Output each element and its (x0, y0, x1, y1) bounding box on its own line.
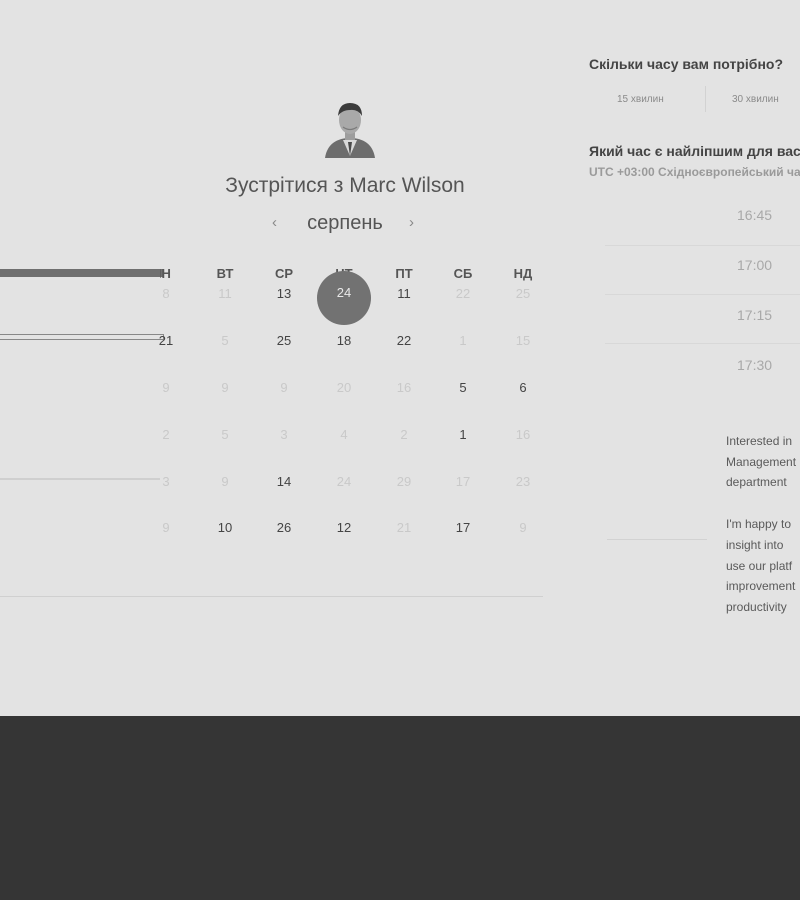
calendar-day[interactable]: 9 (498, 520, 548, 535)
description-line: I'm happy to (726, 517, 791, 532)
calendar-day[interactable]: 25 (498, 286, 548, 301)
overlay-bar-outline (0, 334, 164, 340)
time-question: Який час є найліпшим для вас? (589, 143, 800, 159)
divider (605, 245, 800, 246)
avatar (325, 103, 375, 158)
calendar-day[interactable]: 22 (438, 286, 488, 301)
calendar-day[interactable]: 3 (141, 474, 191, 489)
timezone-label[interactable]: UTC +03:00 Східноєвропейський час (589, 165, 800, 179)
calendar-day[interactable]: 11 (379, 286, 429, 301)
weekday-header-wed: СР (274, 266, 294, 281)
calendar-day[interactable]: 17 (438, 474, 488, 489)
calendar-day[interactable]: 21 (379, 520, 429, 535)
duration-question: Скільки часу вам потрібно? (589, 56, 784, 72)
calendar-day[interactable]: 9 (200, 474, 250, 489)
calendar-day[interactable]: 2 (141, 427, 191, 442)
duration-option-15[interactable]: 15 хвилин (617, 94, 664, 105)
calendar-day[interactable]: 2 (379, 427, 429, 442)
calendar-day[interactable]: 20 (319, 380, 369, 395)
calendar-day[interactable]: 9 (200, 380, 250, 395)
divider (605, 343, 800, 344)
brand-logo (350, 0, 670, 16)
calendar-day[interactable]: 9 (259, 380, 309, 395)
calendar-day[interactable]: 9 (141, 380, 191, 395)
calendar-day[interactable]: 5 (200, 333, 250, 348)
weekday-header-mon: ПН (160, 266, 171, 281)
divider (607, 539, 707, 540)
time-slot[interactable]: 16:45 (737, 207, 772, 223)
description-line: improvement (726, 579, 796, 594)
chevron-left-icon[interactable]: ‹ (272, 214, 277, 231)
duration-option-30[interactable]: 30 хвилин (732, 94, 779, 105)
divider (605, 294, 800, 295)
meeting-title: Зустрітися з Marc Wilson (225, 174, 465, 197)
calendar-day[interactable]: 4 (319, 427, 369, 442)
calendar-day[interactable]: 24 (319, 474, 369, 489)
calendar-day[interactable]: 16 (498, 427, 548, 442)
footer (0, 716, 800, 900)
calendar-day[interactable]: 11 (200, 286, 250, 301)
overlay-line (0, 478, 160, 480)
month-navigation: ‹ серпень › (260, 212, 430, 235)
calendar-day[interactable]: 18 (319, 333, 369, 348)
time-slot[interactable]: 17:15 (737, 307, 772, 323)
calendar-day[interactable]: 3 (259, 427, 309, 442)
calendar-day[interactable]: 1 (438, 333, 488, 348)
month-label: серпень (307, 212, 383, 234)
divider (705, 86, 706, 112)
calendar-day[interactable]: 5 (200, 427, 250, 442)
description-line: insight into (726, 537, 784, 552)
calendar-day[interactable]: 15 (498, 333, 548, 348)
time-slot[interactable]: 17:30 (737, 357, 772, 373)
calendar-day[interactable]: 29 (379, 474, 429, 489)
overlay-bar (0, 269, 163, 277)
calendar-day[interactable]: 17 (438, 520, 488, 535)
weekday-header-fri: ПТ (395, 266, 413, 281)
calendar-day[interactable]: 22 (379, 333, 429, 348)
calendar-day[interactable]: 8 (141, 286, 191, 301)
calendar-day[interactable]: 9 (141, 520, 191, 535)
description-line: use our platf (726, 558, 793, 573)
calendar-day[interactable]: 10 (200, 520, 250, 535)
calendar-day[interactable]: 6 (498, 380, 548, 395)
calendar-day-selected[interactable]: 24 (317, 271, 371, 325)
meeting-description: Interested in Management department I'm … (726, 431, 800, 618)
description-line: Interested in (726, 434, 793, 448)
time-slot[interactable]: 17:00 (737, 257, 772, 273)
calendar-day[interactable]: 5 (438, 380, 488, 395)
weekday-header-sat: СБ (453, 266, 473, 281)
calendar-day[interactable]: 16 (379, 380, 429, 395)
calendar-day[interactable]: 23 (498, 474, 548, 489)
weekday-header-tue: ВТ (216, 266, 234, 281)
description-line: Management (726, 454, 797, 469)
calendar-day[interactable]: 25 (259, 333, 309, 348)
chevron-right-icon[interactable]: › (409, 214, 414, 231)
calendar-day[interactable]: 26 (259, 520, 309, 535)
calendar-day[interactable]: 13 (259, 286, 309, 301)
calendar-day[interactable]: 12 (319, 520, 369, 535)
calendar-day[interactable]: 14 (259, 474, 309, 489)
calendar-day[interactable]: 21 (141, 333, 191, 348)
calendar-day[interactable]: 1 (438, 427, 488, 442)
description-line: department (726, 475, 787, 490)
scheduler-area: Зустрітися з Marc Wilson ‹ серпень › ПН … (0, 0, 800, 716)
description-line: productivity (726, 599, 787, 614)
weekday-header-sun: НД (513, 266, 533, 281)
divider (0, 596, 543, 597)
